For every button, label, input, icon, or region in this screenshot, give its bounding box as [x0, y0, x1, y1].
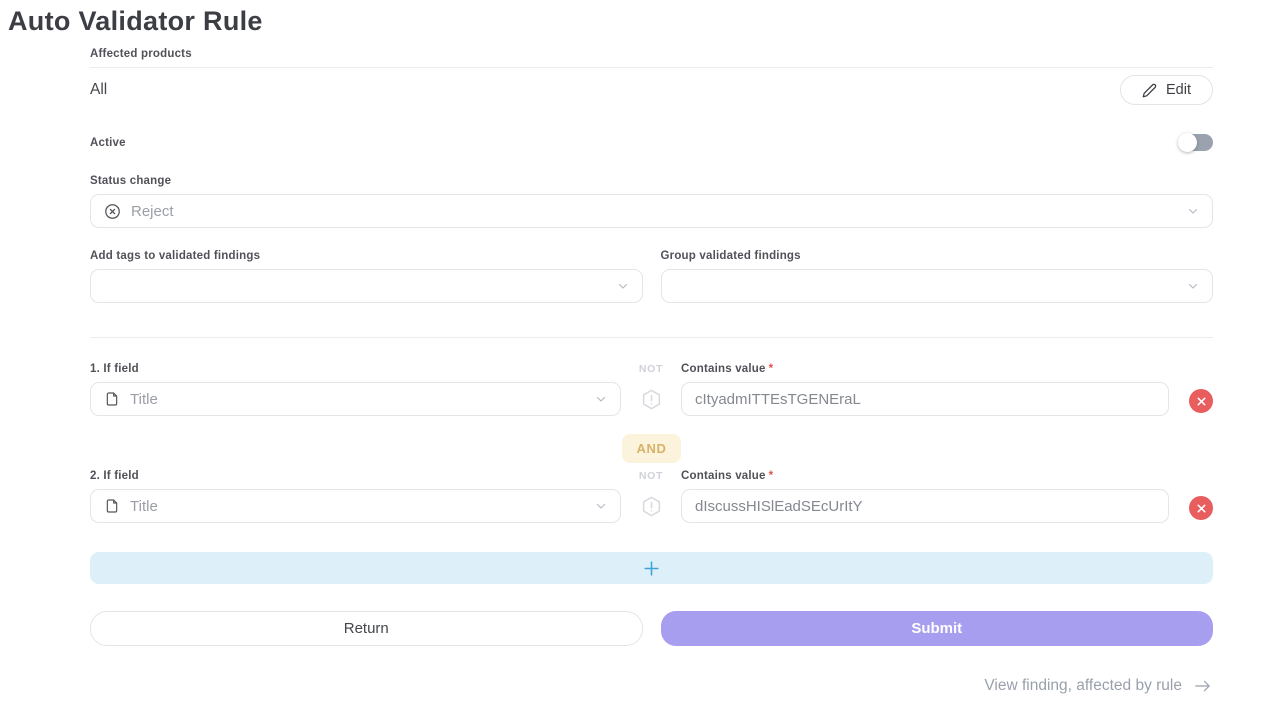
not-label-1: NOT — [621, 363, 681, 375]
delete-condition-2-button[interactable] — [1189, 496, 1213, 520]
chevron-down-icon — [595, 393, 607, 405]
pencil-icon — [1142, 83, 1157, 98]
if-field-1-select[interactable]: Title — [90, 382, 621, 416]
active-label: Active — [90, 137, 126, 149]
not-cell-2: NOT — [621, 470, 681, 525]
file-icon — [104, 498, 120, 514]
exclamation-hexagon-icon — [640, 388, 663, 411]
if-field-1-value: Title — [130, 391, 158, 408]
tags-group-row: Add tags to validated findings Group val… — [90, 250, 1213, 303]
status-change-select[interactable]: Reject — [90, 194, 1213, 228]
arrow-right-icon — [1192, 678, 1213, 694]
operator-row: AND — [90, 434, 1213, 463]
status-change-value: Reject — [131, 203, 174, 220]
add-tags-select[interactable] — [90, 269, 643, 303]
status-change-section: Status change Reject — [90, 175, 1213, 228]
chevron-down-icon — [1187, 280, 1199, 292]
delete-cell-2 — [1169, 491, 1213, 525]
form-content: Affected products All Edit Active Status… — [90, 48, 1213, 695]
not-toggle-2[interactable] — [621, 489, 681, 523]
affected-products-row: All Edit — [90, 68, 1213, 105]
if-field-1: 1. If field Title — [90, 363, 621, 418]
add-condition-button[interactable] — [90, 552, 1213, 584]
condition-row-2: 2. If field Title NOT Contain — [90, 470, 1213, 525]
chevron-down-icon — [1187, 205, 1199, 217]
exclamation-hexagon-icon — [640, 495, 663, 518]
edit-button[interactable]: Edit — [1120, 75, 1213, 105]
active-row: Active — [90, 134, 1213, 151]
not-cell-1: NOT — [621, 363, 681, 418]
if-field-1-label: 1. If field — [90, 363, 139, 375]
condition-row-1: 1. If field Title NOT Contain — [90, 363, 1213, 418]
and-operator-badge[interactable]: AND — [622, 434, 682, 463]
x-icon — [1196, 396, 1207, 407]
view-finding-link-label: View finding, affected by rule — [984, 677, 1182, 695]
x-circle-icon — [104, 203, 121, 220]
if-field-2-select[interactable]: Title — [90, 489, 621, 523]
if-field-2-value: Title — [130, 498, 158, 515]
required-asterisk: * — [769, 470, 773, 482]
toggle-knob — [1178, 133, 1197, 152]
group-findings-label: Group validated findings — [661, 250, 801, 262]
contains-value-1-input[interactable] — [681, 382, 1169, 416]
if-field-2: 2. If field Title — [90, 470, 621, 525]
affected-products-value: All — [90, 81, 107, 99]
status-change-label: Status change — [90, 175, 171, 187]
x-icon — [1196, 503, 1207, 514]
page-title: Auto Validator Rule — [8, 6, 1280, 37]
plus-icon — [642, 559, 661, 578]
submit-button[interactable]: Submit — [661, 611, 1214, 646]
not-toggle-1[interactable] — [621, 382, 681, 416]
if-field-2-label: 2. If field — [90, 470, 139, 482]
chevron-down-icon — [595, 500, 607, 512]
group-findings-field: Group validated findings — [661, 250, 1214, 303]
chevron-down-icon — [617, 280, 629, 292]
view-finding-link[interactable]: View finding, affected by rule — [90, 677, 1213, 695]
group-findings-select[interactable] — [661, 269, 1214, 303]
delete-condition-1-button[interactable] — [1189, 389, 1213, 413]
add-tags-field: Add tags to validated findings — [90, 250, 643, 303]
return-button[interactable]: Return — [90, 611, 643, 646]
contains-value-2-input[interactable] — [681, 489, 1169, 523]
actions-row: Return Submit — [90, 611, 1213, 646]
edit-button-label: Edit — [1166, 82, 1191, 98]
file-icon — [104, 391, 120, 407]
active-toggle[interactable] — [1180, 134, 1213, 151]
not-label-2: NOT — [621, 470, 681, 482]
section-divider — [90, 337, 1213, 338]
required-asterisk: * — [769, 363, 773, 375]
contains-value-1-label: Contains value — [681, 363, 766, 375]
contains-value-1: Contains value * — [681, 363, 1169, 418]
contains-value-2-label: Contains value — [681, 470, 766, 482]
add-tags-label: Add tags to validated findings — [90, 250, 260, 262]
delete-cell-1 — [1169, 384, 1213, 418]
affected-products-label: Affected products — [90, 48, 1213, 68]
contains-value-2: Contains value * — [681, 470, 1169, 525]
